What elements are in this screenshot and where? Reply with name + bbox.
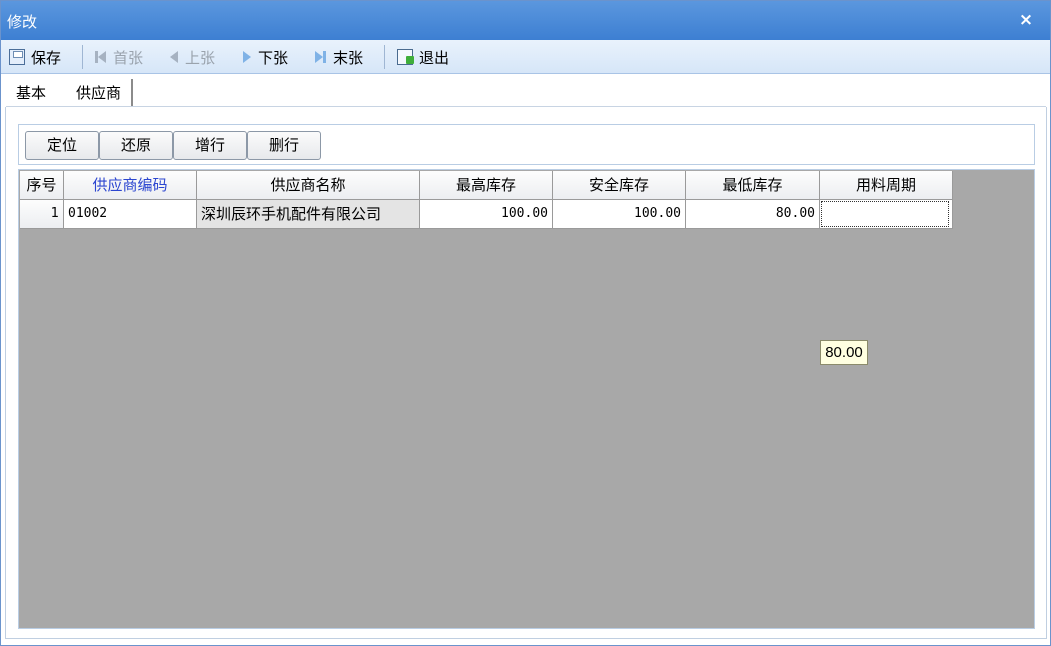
- last-record-button[interactable]: 末张: [315, 46, 363, 68]
- toolbar: 保存 首张 上张 下张 末张 退出: [1, 40, 1050, 74]
- action-button-bar: 定位 还原 增行 删行: [18, 124, 1035, 165]
- next-record-label: 下张: [258, 48, 289, 67]
- delete-row-button[interactable]: 删行: [247, 131, 321, 160]
- toolbar-separator: [82, 45, 83, 69]
- next-record-button[interactable]: 下张: [242, 46, 288, 68]
- restore-button[interactable]: 还原: [99, 131, 173, 160]
- prev-record-icon: [169, 50, 179, 64]
- row-seq: 1: [20, 200, 64, 229]
- lead-cycle-cell[interactable]: [820, 200, 953, 229]
- tab-strip: 基本 供应商: [6, 79, 1046, 107]
- next-record-icon: [242, 50, 252, 64]
- column-header-safety-stock[interactable]: 安全库存: [553, 171, 686, 200]
- first-record-icon: [95, 50, 107, 64]
- last-record-icon: [315, 50, 327, 64]
- edit-window: 修改 × 保存 首张 上张 下张 末张 退出 基本 供应商 定位 还原 增行 删…: [0, 0, 1051, 646]
- supplier-grid[interactable]: 序号 供应商编码 供应商名称 最高库存 安全库存 最低库存 用料周期 1 010…: [18, 169, 1035, 629]
- value-tooltip: 80.00: [820, 340, 868, 365]
- lead-cycle-input[interactable]: [821, 201, 949, 227]
- title-bar[interactable]: 修改 ×: [1, 1, 1050, 40]
- column-header-seq[interactable]: 序号: [20, 171, 64, 200]
- min-stock-cell[interactable]: 80.00: [686, 200, 820, 229]
- add-row-button[interactable]: 增行: [173, 131, 247, 160]
- last-record-label: 末张: [333, 48, 364, 67]
- column-header-lead-cycle[interactable]: 用料周期: [820, 171, 953, 200]
- exit-label: 退出: [419, 48, 450, 67]
- prev-record-label: 上张: [185, 48, 216, 67]
- exit-icon: [397, 49, 414, 65]
- save-label: 保存: [31, 48, 62, 67]
- column-header-max-stock[interactable]: 最高库存: [420, 171, 553, 200]
- column-header-supplier-name[interactable]: 供应商名称: [197, 171, 420, 200]
- first-record-label: 首张: [113, 48, 144, 67]
- prev-record-button[interactable]: 上张: [169, 46, 215, 68]
- max-stock-cell[interactable]: 100.00: [420, 200, 553, 229]
- column-header-supplier-code[interactable]: 供应商编码: [64, 171, 197, 200]
- save-icon: [9, 49, 25, 65]
- toolbar-separator: [384, 45, 385, 69]
- locate-button[interactable]: 定位: [25, 131, 99, 160]
- first-record-button[interactable]: 首张: [95, 46, 143, 68]
- exit-button[interactable]: 退出: [397, 46, 449, 68]
- tab-supplier[interactable]: 供应商: [66, 79, 134, 107]
- column-header-min-stock[interactable]: 最低库存: [686, 171, 820, 200]
- safety-stock-cell[interactable]: 100.00: [553, 200, 686, 229]
- close-icon[interactable]: ×: [1016, 9, 1036, 31]
- save-button[interactable]: 保存: [9, 46, 61, 68]
- tab-basic[interactable]: 基本: [6, 79, 56, 107]
- supplier-name-cell[interactable]: 深圳辰环手机配件有限公司: [197, 200, 420, 229]
- supplier-code-cell[interactable]: 01002: [64, 200, 197, 229]
- window-title: 修改: [7, 13, 38, 31]
